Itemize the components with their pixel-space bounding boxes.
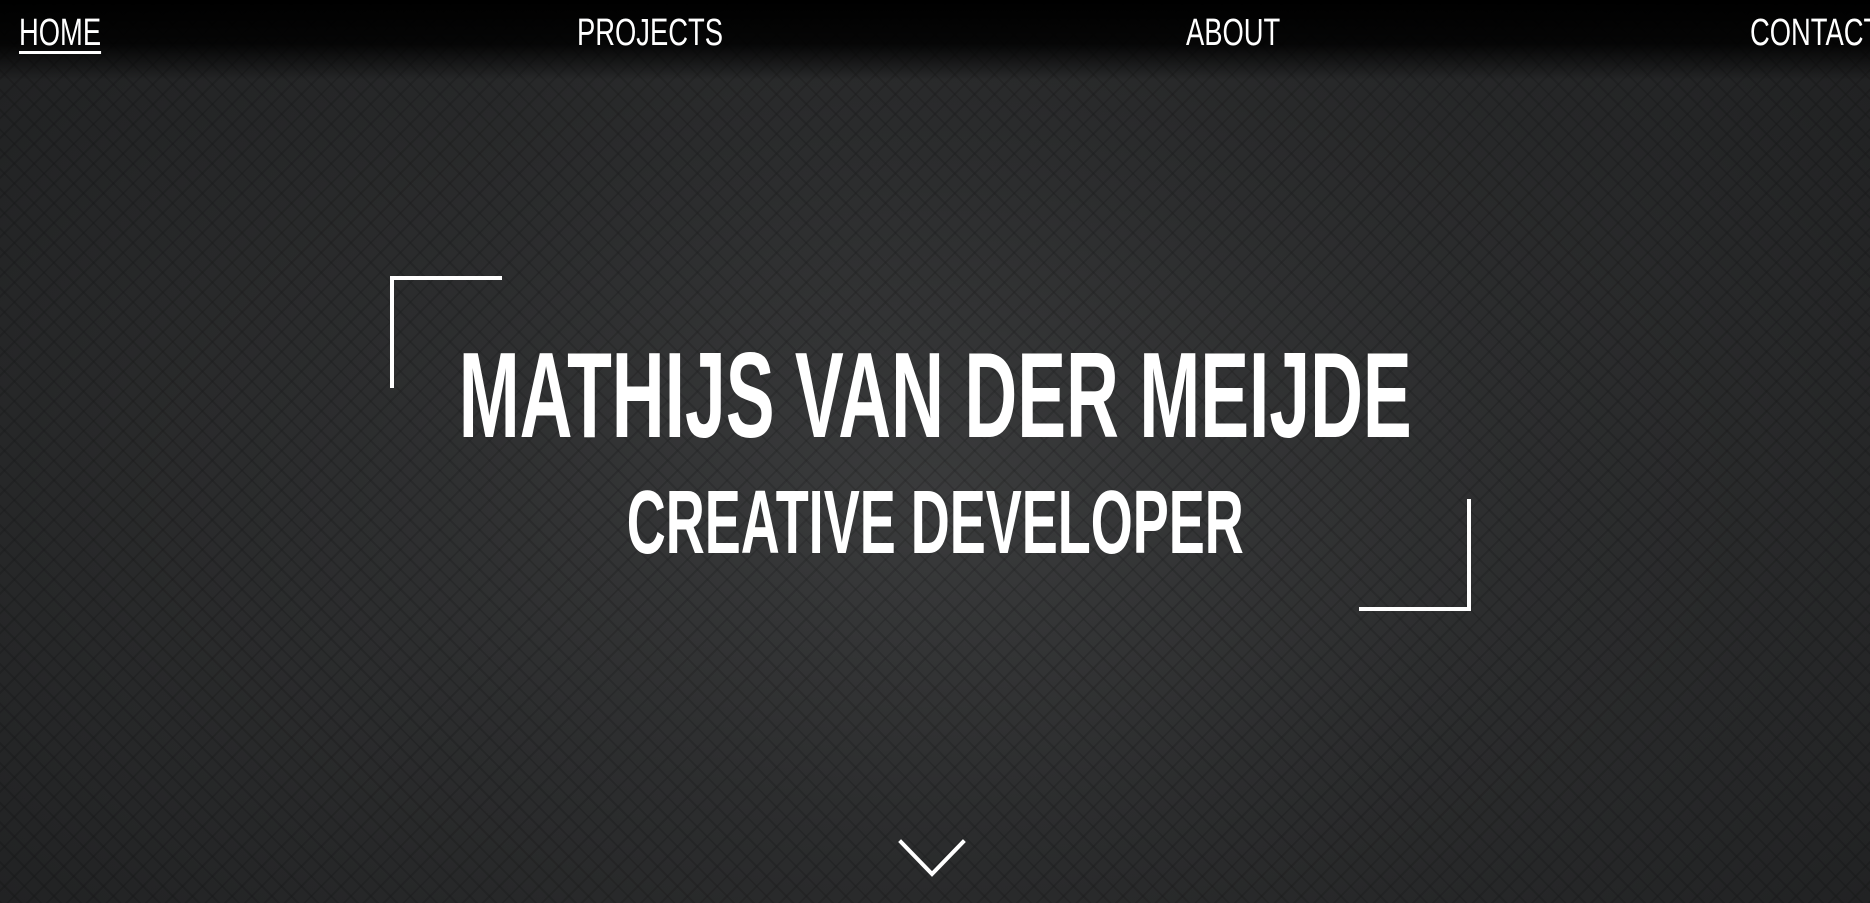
nav-item-contact[interactable]: CONTACT [1750,10,1870,56]
hero-role-text: CREATIVE DEVELOPER [626,473,1244,573]
top-navigation: HOME PROJECTS ABOUT CONTACT [0,0,1870,80]
hero-name-text: MATHIJS VAN DER MEIJDE [458,327,1412,463]
nav-item-projects[interactable]: PROJECTS [577,10,723,56]
hero-role-heading: CREATIVE DEVELOPER [0,473,1870,573]
nav-item-about[interactable]: ABOUT [1186,10,1280,56]
home-page: HOME PROJECTS ABOUT CONTACT MATHIJS VAN … [0,0,1870,903]
hero-name-heading: MATHIJS VAN DER MEIJDE [0,330,1870,460]
chevron-down-icon[interactable] [898,838,966,880]
nav-item-home[interactable]: HOME [19,10,101,56]
